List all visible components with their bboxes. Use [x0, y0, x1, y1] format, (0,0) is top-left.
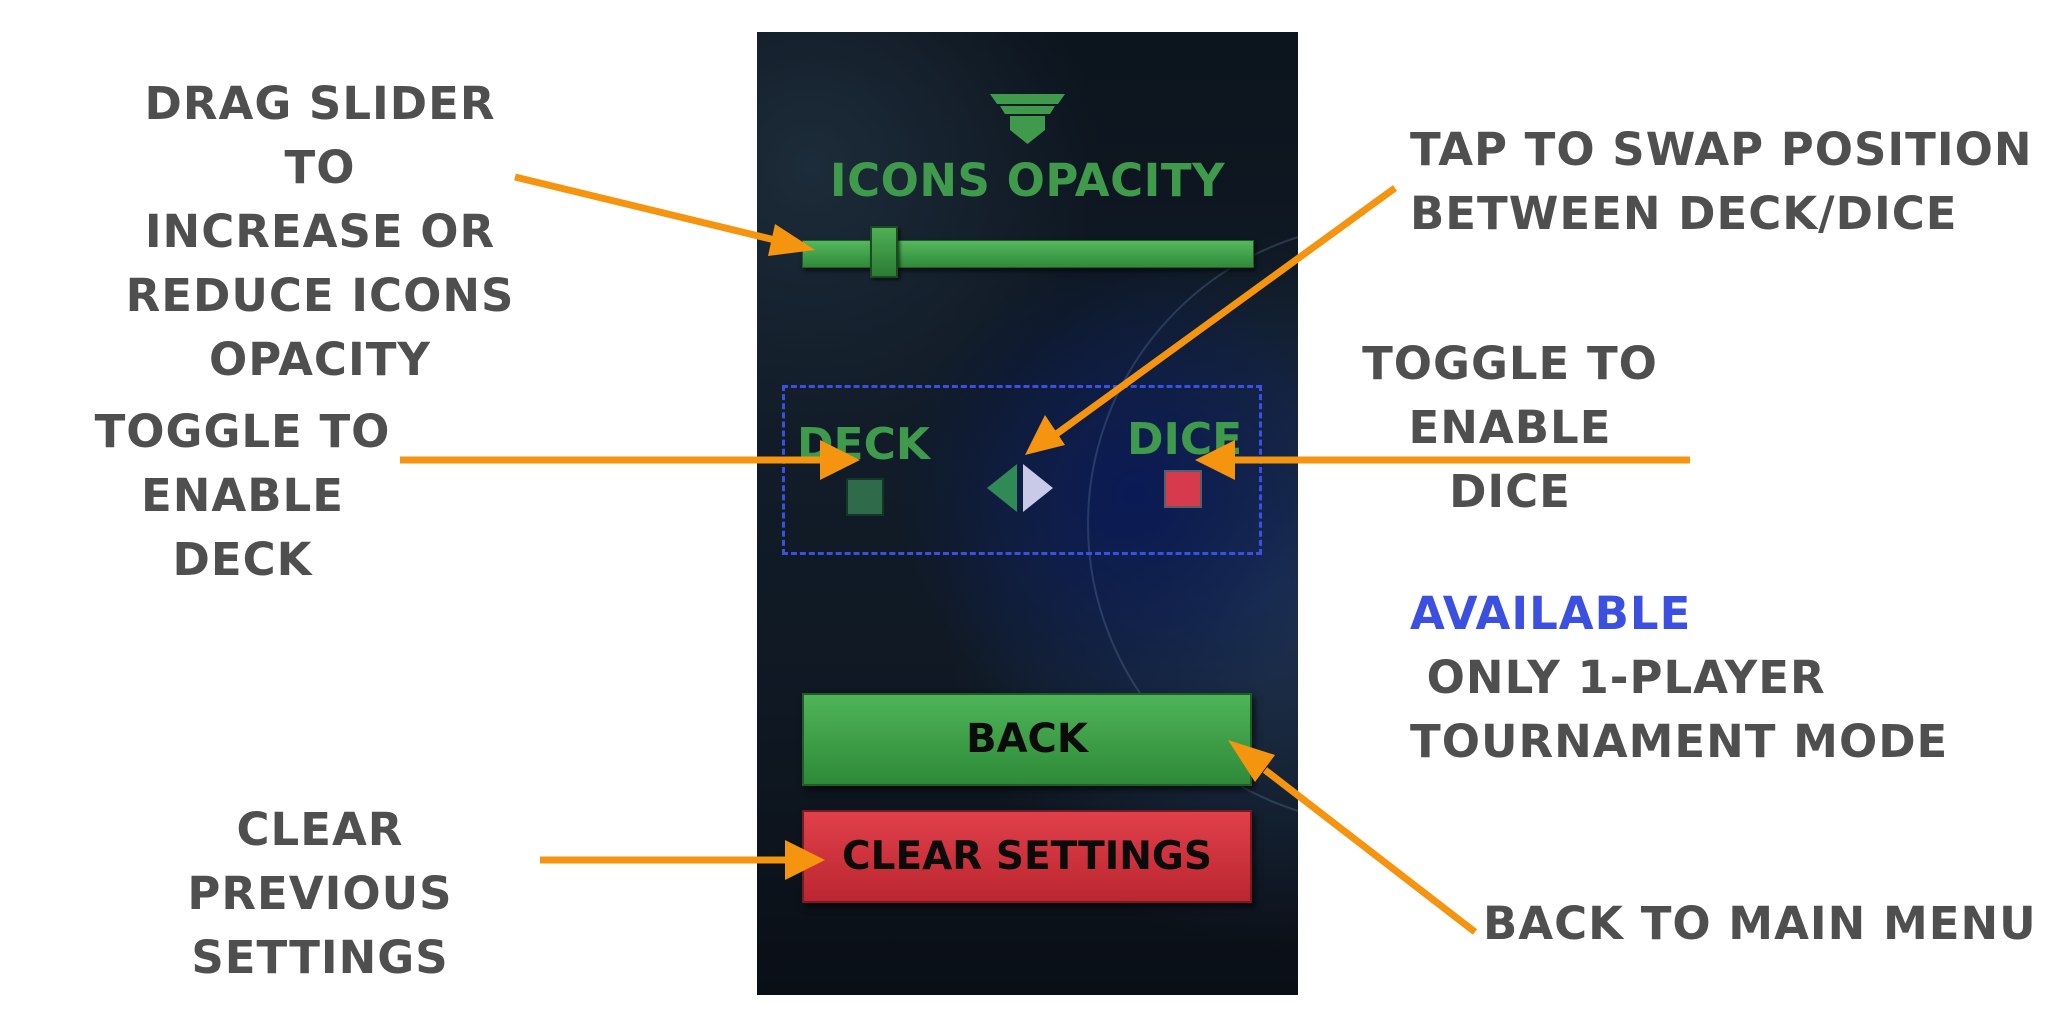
availability-line-1: AVAILABLE ONLY 1-PLAYER	[1410, 582, 2048, 710]
slider-annotation: DRAG SLIDER TO INCREASE OR REDUCE ICONS …	[110, 72, 530, 392]
icons-opacity-title: ICONS OPACITY	[829, 154, 1226, 207]
clear-annotation-line: SETTINGS	[191, 931, 449, 984]
swap-annotation-line: BETWEEN DECK/DICE	[1410, 187, 1958, 240]
swap-arrows-icon[interactable]	[985, 460, 1055, 516]
settings-screen: ICONS OPACITY DECK DICE BACK CLEAR SETTI…	[757, 32, 1298, 995]
shield-logo-icon	[990, 94, 1065, 144]
clear-annotation: CLEAR PREVIOUS SETTINGS	[110, 798, 530, 990]
available-rest: ONLY 1-PLAYER	[1410, 651, 1826, 704]
dice-toggle[interactable]	[1164, 470, 1202, 508]
deck-annotation-line: ENABLE DECK	[141, 469, 344, 586]
opacity-slider-thumb[interactable]	[869, 226, 898, 278]
clear-annotation-line: CLEAR PREVIOUS	[187, 803, 453, 920]
availability-note: AVAILABLE ONLY 1-PLAYER TOURNAMENT MODE	[1410, 582, 2048, 774]
slider-annotation-line: DRAG SLIDER TO	[144, 77, 496, 194]
dice-label: DICE	[1127, 414, 1243, 465]
deck-toggle[interactable]	[846, 478, 884, 516]
back-button[interactable]: BACK	[802, 693, 1252, 786]
back-annotation-line: BACK TO MAIN MENU	[1483, 897, 2037, 950]
slider-annotation-line: INCREASE OR	[144, 205, 496, 258]
back-annotation: BACK TO MAIN MENU	[1483, 892, 2037, 956]
availability-line-2: TOURNAMENT MODE	[1410, 715, 1949, 768]
dice-annotation-line: TOGGLE TO	[1362, 337, 1658, 390]
slider-annotation-line: REDUCE ICONS	[125, 269, 515, 322]
dice-annotation: TOGGLE TO ENABLE DICE	[1350, 332, 1670, 524]
slider-arrow	[514, 173, 776, 244]
slider-annotation-line: OPACITY	[209, 333, 431, 386]
available-highlight: AVAILABLE	[1410, 587, 1692, 640]
swap-annotation: TAP TO SWAP POSITION BETWEEN DECK/DICE	[1410, 118, 2033, 246]
deck-label: DECK	[797, 419, 930, 470]
clear-settings-button[interactable]: CLEAR SETTINGS	[802, 810, 1252, 903]
deck-annotation-line: TOGGLE TO	[94, 405, 391, 458]
swap-annotation-line: TAP TO SWAP POSITION	[1410, 123, 2033, 176]
deck-annotation: TOGGLE TO ENABLE DECK	[70, 400, 415, 592]
dice-annotation-line: ENABLE DICE	[1408, 401, 1612, 518]
